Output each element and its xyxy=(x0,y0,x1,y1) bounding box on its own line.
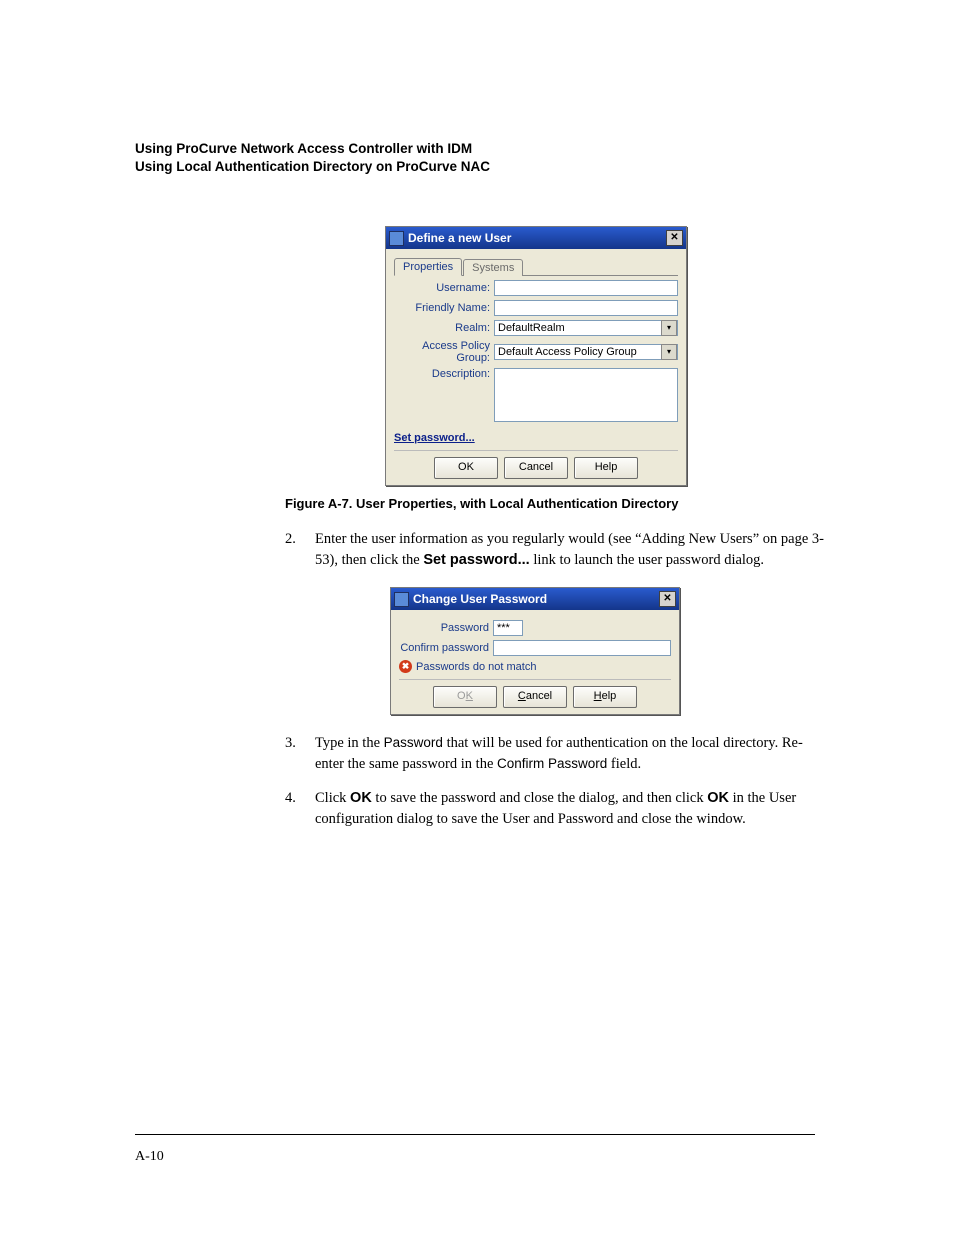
app-icon xyxy=(394,592,409,607)
ok-button[interactable]: OK xyxy=(434,457,498,479)
friendly-name-label: Friendly Name: xyxy=(394,302,494,314)
set-password-link[interactable]: Set password... xyxy=(394,432,475,444)
confirm-password-label: Confirm password xyxy=(399,642,493,654)
dialog-title: Define a new User xyxy=(408,231,511,245)
close-icon[interactable]: ✕ xyxy=(666,230,683,246)
page-header: Using ProCurve Network Access Controller… xyxy=(135,140,829,176)
cancel-button[interactable]: Cancel xyxy=(504,457,568,479)
description-input[interactable] xyxy=(494,368,678,422)
ok-button: OK xyxy=(433,686,497,708)
step-text: Enter the user information as you regula… xyxy=(315,529,829,571)
error-row: ✖ Passwords do not match xyxy=(399,660,671,673)
header-line-1: Using ProCurve Network Access Controller… xyxy=(135,140,829,158)
change-password-dialog: Change User Password ✕ Password *** Conf… xyxy=(390,587,680,715)
footer-rule xyxy=(135,1134,815,1135)
help-button[interactable]: Help xyxy=(573,686,637,708)
figure-caption: Figure A-7. User Properties, with Local … xyxy=(285,496,829,511)
step-number: 3. xyxy=(285,733,315,775)
apg-select[interactable]: Default Access Policy Group ▾ xyxy=(494,344,678,360)
confirm-password-input[interactable] xyxy=(493,640,671,656)
step-number: 4. xyxy=(285,788,315,830)
header-line-2: Using Local Authentication Directory on … xyxy=(135,158,829,176)
realm-label: Realm: xyxy=(394,322,494,334)
dialog-titlebar: Define a new User ✕ xyxy=(386,227,686,249)
dialog-title: Change User Password xyxy=(413,592,547,606)
cancel-button[interactable]: Cancel xyxy=(503,686,567,708)
dialog-button-row: OK Cancel Help xyxy=(399,679,671,708)
description-label: Description: xyxy=(394,368,494,380)
define-user-dialog: Define a new User ✕ Properties Systems U… xyxy=(385,226,687,486)
ok-text: OK xyxy=(707,790,729,806)
username-input[interactable] xyxy=(494,280,678,296)
realm-value: DefaultRealm xyxy=(498,321,565,335)
tab-strip: Properties Systems xyxy=(394,255,678,276)
username-label: Username: xyxy=(394,282,494,294)
ui-term-confirm-password: Confirm Password xyxy=(497,756,607,771)
tab-properties[interactable]: Properties xyxy=(394,258,462,276)
step-3: 3. Type in the Password that will be use… xyxy=(285,733,829,775)
password-label: Password xyxy=(399,622,493,634)
dialog-button-row: OK Cancel Help xyxy=(394,450,678,479)
apg-label: Access Policy Group: xyxy=(394,340,494,364)
chevron-down-icon[interactable]: ▾ xyxy=(661,344,677,360)
step-text: Click OK to save the password and close … xyxy=(315,788,829,830)
step-2: 2. Enter the user information as you reg… xyxy=(285,529,829,571)
set-password-text: Set password... xyxy=(423,552,529,568)
apg-value: Default Access Policy Group xyxy=(498,345,637,359)
tab-systems[interactable]: Systems xyxy=(463,259,523,276)
friendly-name-input[interactable] xyxy=(494,300,678,316)
ok-text: OK xyxy=(350,790,372,806)
password-input[interactable]: *** xyxy=(493,620,523,636)
dialog-titlebar: Change User Password ✕ xyxy=(391,588,679,610)
error-icon: ✖ xyxy=(399,660,412,673)
chevron-down-icon[interactable]: ▾ xyxy=(661,320,677,336)
help-button[interactable]: Help xyxy=(574,457,638,479)
ui-term-password: Password xyxy=(384,735,443,750)
realm-select[interactable]: DefaultRealm ▾ xyxy=(494,320,678,336)
close-icon[interactable]: ✕ xyxy=(659,591,676,607)
error-text: Passwords do not match xyxy=(416,661,536,673)
step-number: 2. xyxy=(285,529,315,571)
step-text: Type in the Password that will be used f… xyxy=(315,733,829,775)
page-number: A-10 xyxy=(135,1149,164,1165)
step-4: 4. Click OK to save the password and clo… xyxy=(285,788,829,830)
app-icon xyxy=(389,231,404,246)
